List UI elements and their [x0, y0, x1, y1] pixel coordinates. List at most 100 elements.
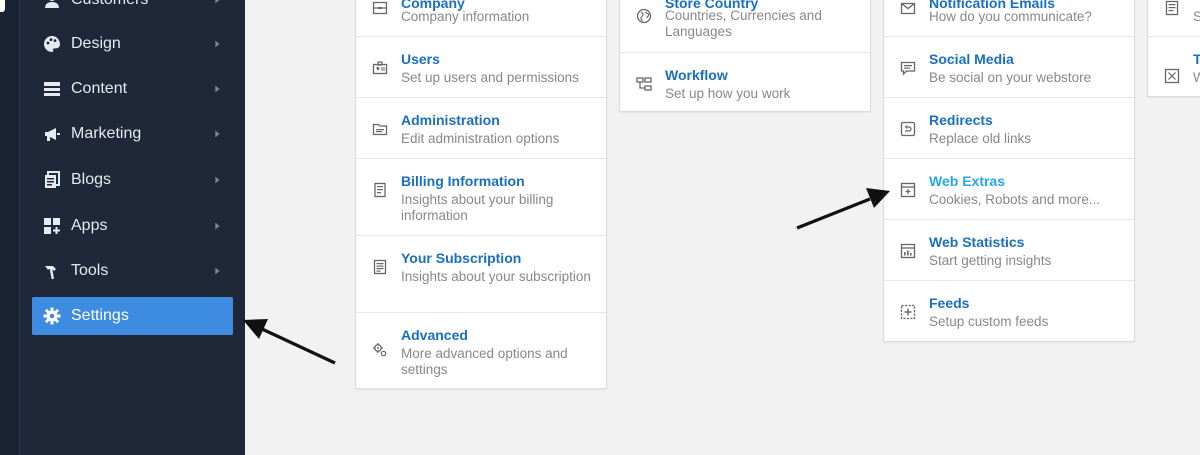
sidebar-notch [0, 0, 5, 12]
content-icon [42, 79, 62, 99]
settings-item-desc: S [1193, 9, 1200, 24]
settings-card-extra: S T W [1147, 0, 1200, 97]
feeds-icon [899, 303, 917, 321]
chevron-right-icon [211, 265, 223, 277]
administration-icon [371, 120, 389, 138]
settings-item-title[interactable]: Redirects [929, 112, 993, 128]
document-icon [1163, 0, 1181, 17]
advanced-gear-icon [371, 341, 389, 359]
sidebar-item-customers[interactable]: Customers [32, 0, 233, 19]
settings-item-administration[interactable]: Administration Edit administration optio… [356, 97, 606, 158]
chevron-right-icon [211, 83, 223, 95]
settings-item-web-extras[interactable]: Web Extras Cookies, Robots and more... [884, 158, 1134, 219]
arrow-to-settings [243, 319, 336, 365]
settings-item-desc: Set up users and permissions [401, 70, 579, 85]
settings-item-title[interactable]: Billing Information [401, 173, 525, 189]
arrow-to-web-extras [796, 188, 890, 230]
users-icon [371, 59, 389, 77]
chevron-right-icon [211, 128, 223, 140]
sidebar-item-label: Settings [71, 307, 129, 324]
sidebar-item-settings[interactable]: Settings [32, 297, 233, 335]
redirect-icon [899, 120, 917, 138]
sidebar-item-label: Blogs [71, 171, 112, 188]
chevron-right-icon [211, 0, 223, 6]
settings-item-workflow[interactable]: Workflow Set up how you work [620, 52, 870, 113]
settings-card-general: Company Company information Users Set up… [355, 0, 607, 389]
web-extras-icon [899, 181, 917, 199]
settings-item-desc: W [1193, 70, 1200, 85]
chevron-right-icon [211, 38, 223, 50]
settings-item-web-statistics[interactable]: Web Statistics Start getting insights [884, 219, 1134, 280]
settings-item-title[interactable]: Administration [401, 112, 500, 128]
settings-item-title[interactable]: T [1193, 51, 1200, 67]
apps-icon [42, 216, 62, 236]
settings-item-redirects[interactable]: Redirects Replace old links [884, 97, 1134, 158]
settings-item-notification-emails[interactable]: Notification Emails How do you communica… [884, 0, 1134, 36]
settings-item-desc: Insights about your billing information [401, 192, 554, 223]
workflow-icon [635, 75, 653, 93]
sidebar-item-marketing[interactable]: Marketing [32, 115, 233, 153]
settings-item-title[interactable]: Web Statistics [929, 234, 1024, 250]
settings-item-desc: How do you communicate? [929, 9, 1092, 24]
settings-item-desc: More advanced options and settings [401, 346, 568, 377]
chevron-right-icon [211, 220, 223, 232]
email-icon [899, 0, 917, 17]
settings-item-title[interactable]: Users [401, 51, 440, 67]
settings-item-title[interactable]: Your Subscription [401, 250, 521, 266]
chat-icon [899, 59, 917, 77]
settings-item-billing[interactable]: Billing Information Insights about your … [356, 158, 606, 235]
megaphone-icon [42, 124, 62, 144]
settings-item-advanced[interactable]: Advanced More advanced options and setti… [356, 312, 606, 389]
settings-item-desc: Replace old links [929, 131, 1032, 146]
settings-item-social-media[interactable]: Social Media Be social on your webstore [884, 36, 1134, 97]
customers-icon [42, 0, 62, 10]
sidebar-item-label: Apps [71, 217, 108, 234]
settings-item-desc: Insights about your subscription [401, 269, 591, 284]
sidebar-item-blogs[interactable]: Blogs [32, 161, 233, 199]
settings-item-subscription[interactable]: Your Subscription Insights about your su… [356, 235, 606, 312]
settings-item-desc: Start getting insights [929, 253, 1052, 268]
settings-item-desc: Company information [401, 9, 530, 24]
chevron-right-icon [211, 174, 223, 186]
settings-item-desc: Setup custom feeds [929, 314, 1049, 329]
sidebar-item-label: Tools [71, 262, 109, 279]
settings-item-title[interactable]: Social Media [929, 51, 1014, 67]
sidebar-item-label: Design [71, 35, 121, 52]
globe-icon [635, 7, 653, 25]
sidebar-item-label: Content [71, 80, 128, 97]
settings-item-desc: Be social on your webstore [929, 70, 1092, 85]
sidebar-item-label: Customers [71, 0, 211, 9]
settings-item-store-country[interactable]: Store Country Countries, Currencies and … [620, 0, 870, 52]
sidebar-edge [0, 0, 20, 455]
company-icon [371, 0, 389, 17]
settings-item-title[interactable]: Feeds [929, 295, 969, 311]
palette-icon [42, 34, 62, 54]
settings-item-company[interactable]: Company Company information [356, 0, 606, 36]
sidebar: Customers Design Content Marketing Blogs [0, 0, 245, 455]
settings-item-title[interactable]: Advanced [401, 327, 468, 343]
settings-item-partial-1[interactable]: S [1148, 0, 1200, 36]
sidebar-item-design[interactable]: Design [32, 25, 233, 63]
sidebar-item-label: Marketing [71, 125, 142, 142]
settings-item-desc: Cookies, Robots and more... [929, 192, 1101, 207]
settings-item-desc: Countries, Currencies and Languages [665, 8, 822, 39]
sidebar-item-content[interactable]: Content [32, 70, 233, 108]
settings-card-web: Notification Emails How do you communica… [883, 0, 1135, 342]
sidebar-item-apps[interactable]: Apps [32, 207, 233, 245]
settings-item-desc: Edit administration options [401, 131, 560, 146]
billing-icon [371, 181, 389, 199]
hammer-icon [42, 261, 62, 281]
settings-card-store: Store Country Countries, Currencies and … [619, 0, 871, 112]
tax-icon [1163, 67, 1181, 85]
subscription-icon [371, 258, 389, 276]
settings-item-title[interactable]: Workflow [665, 67, 728, 83]
blogs-icon [42, 170, 62, 190]
settings-item-title[interactable]: Web Extras [929, 173, 1005, 189]
statistics-icon [899, 242, 917, 260]
gear-icon [42, 306, 62, 326]
settings-item-desc: Set up how you work [665, 86, 791, 101]
settings-item-feeds[interactable]: Feeds Setup custom feeds [884, 280, 1134, 342]
sidebar-item-tools[interactable]: Tools [32, 252, 233, 290]
settings-item-users[interactable]: Users Set up users and permissions [356, 36, 606, 97]
settings-item-partial-2[interactable]: T W [1148, 36, 1200, 98]
